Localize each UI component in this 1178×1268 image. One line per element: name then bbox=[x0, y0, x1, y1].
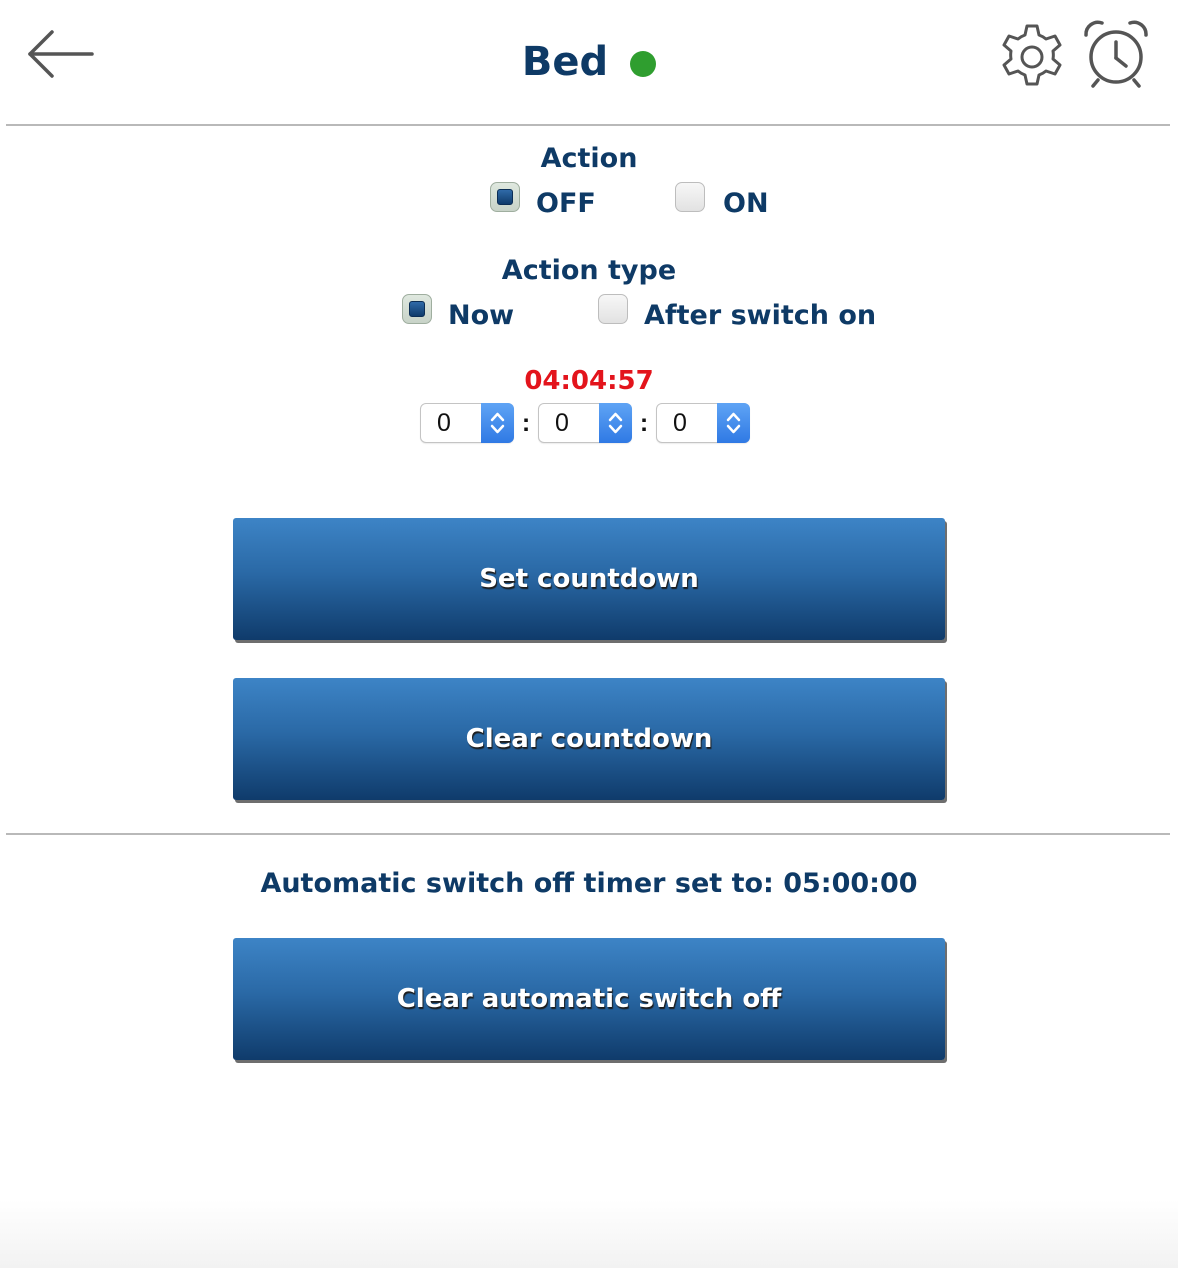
status-indicator bbox=[630, 51, 657, 77]
auto-off-status: Automatic switch off timer set to: 05:00… bbox=[260, 868, 918, 899]
clear-automatic-switch-off-button[interactable]: Clear automatic switch off bbox=[233, 938, 945, 1060]
clear-countdown-label: Clear countdown bbox=[465, 724, 713, 754]
time-separator: : bbox=[639, 408, 649, 437]
minutes-stepper-arrows[interactable] bbox=[599, 403, 632, 443]
hours-stepper-arrows[interactable] bbox=[481, 403, 514, 443]
time-picker: 0 : 0 : 0 bbox=[420, 403, 750, 443]
action-on-label: ON bbox=[723, 188, 769, 219]
action-option-on[interactable]: ON bbox=[675, 181, 769, 219]
clear-countdown-button[interactable]: Clear countdown bbox=[233, 678, 945, 800]
action-type-now-checkbox[interactable] bbox=[402, 293, 432, 324]
seconds-stepper[interactable]: 0 bbox=[656, 403, 750, 443]
seconds-stepper-arrows[interactable] bbox=[717, 403, 750, 443]
action-off-label: OFF bbox=[536, 188, 596, 219]
action-type-after-switch-on-label: After switch on bbox=[644, 300, 877, 331]
updown-chevron-icon bbox=[726, 412, 741, 434]
action-on-checkbox[interactable] bbox=[675, 181, 705, 212]
seconds-value: 0 bbox=[673, 409, 687, 437]
action-type-label: Action type bbox=[501, 255, 677, 286]
countdown-display: 04:04:57 bbox=[524, 366, 654, 396]
hours-value: 0 bbox=[437, 409, 451, 437]
action-off-checkbox[interactable] bbox=[490, 181, 520, 212]
minutes-stepper[interactable]: 0 bbox=[538, 403, 632, 443]
page: Bed Action OFF ON Action type Now After … bbox=[0, 0, 1178, 1268]
alarm-button[interactable] bbox=[1080, 18, 1152, 90]
action-type-option-now[interactable]: Now bbox=[402, 293, 515, 331]
action-type-now-label: Now bbox=[448, 300, 515, 331]
action-type-option-after-switch-on[interactable]: After switch on bbox=[598, 293, 877, 331]
updown-chevron-icon bbox=[490, 412, 505, 434]
updown-chevron-icon bbox=[608, 412, 623, 434]
set-countdown-label: Set countdown bbox=[479, 564, 699, 594]
gear-icon bbox=[1002, 24, 1062, 86]
action-option-off[interactable]: OFF bbox=[490, 181, 596, 219]
settings-button[interactable] bbox=[995, 20, 1069, 94]
hours-stepper[interactable]: 0 bbox=[420, 403, 514, 443]
set-countdown-button[interactable]: Set countdown bbox=[233, 518, 945, 640]
action-type-after-switch-on-checkbox[interactable] bbox=[598, 293, 628, 324]
clear-automatic-switch-off-label: Clear automatic switch off bbox=[396, 984, 782, 1014]
alarm-clock-icon bbox=[1084, 20, 1148, 88]
action-label: Action bbox=[540, 143, 638, 174]
header-divider bbox=[6, 124, 1170, 126]
minutes-value: 0 bbox=[555, 409, 569, 437]
time-separator: : bbox=[521, 408, 531, 437]
section-divider bbox=[6, 833, 1170, 835]
page-title: Bed bbox=[521, 39, 609, 85]
